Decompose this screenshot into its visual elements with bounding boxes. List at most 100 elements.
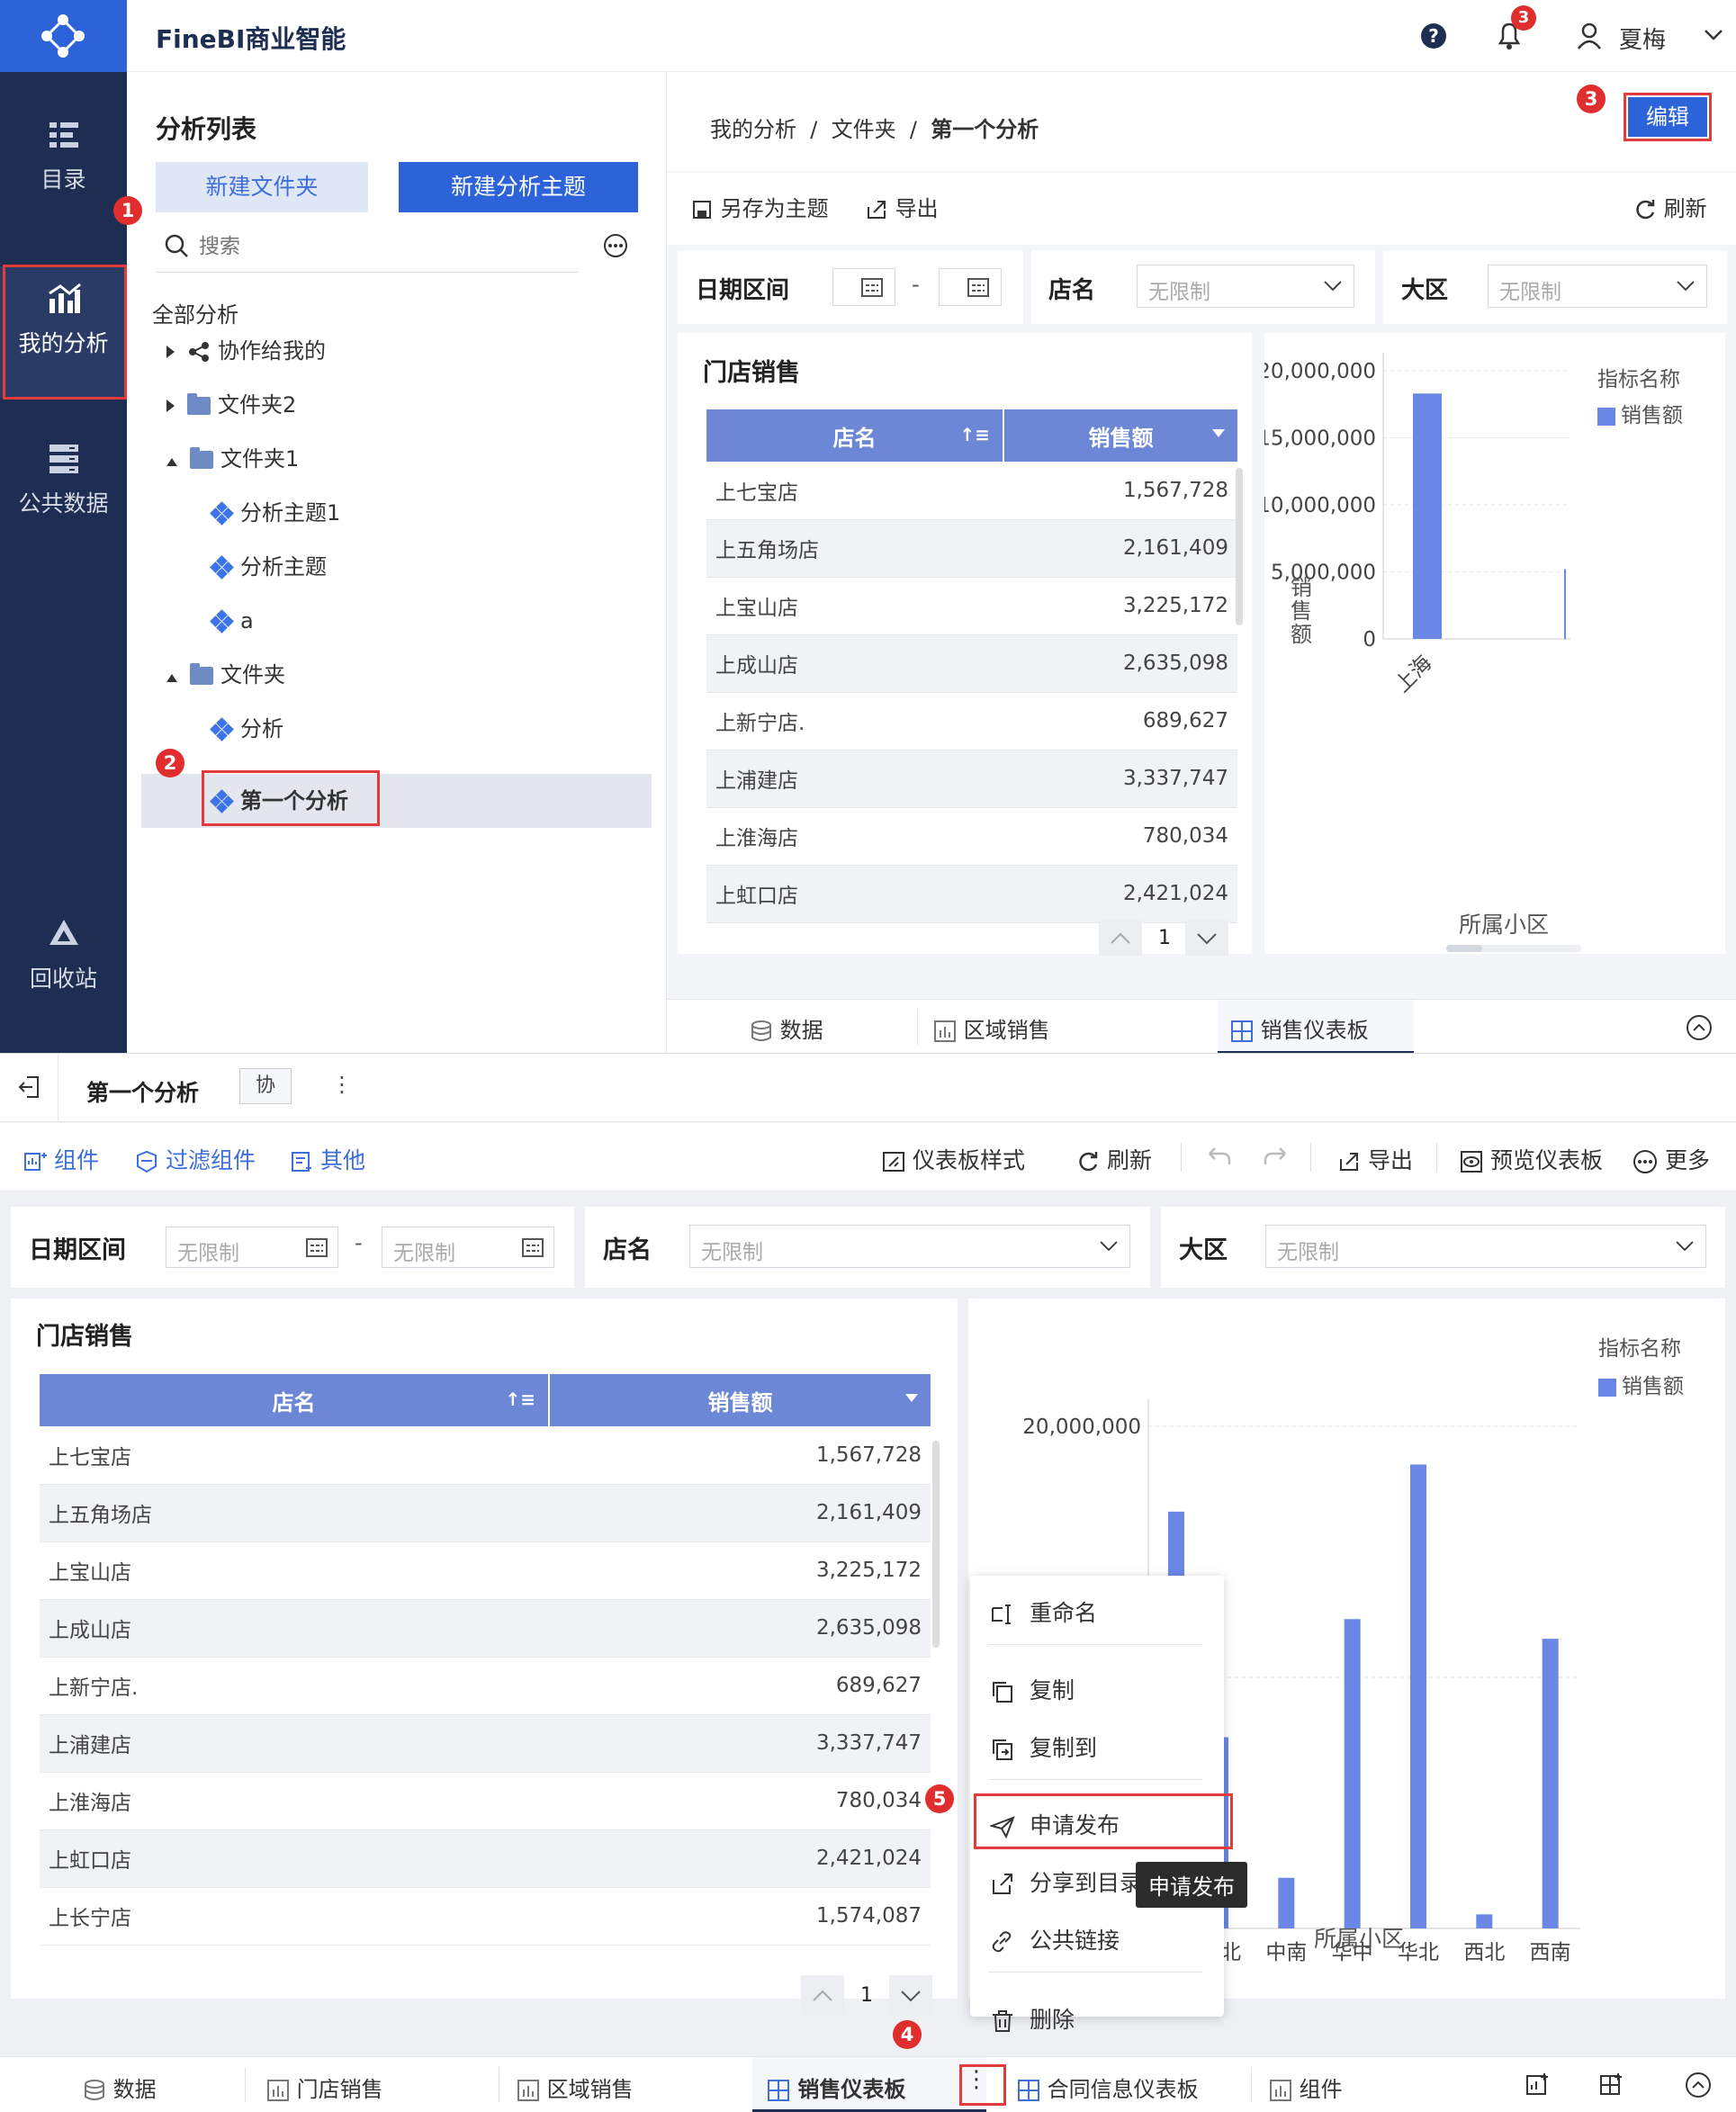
chart-scrollbar[interactable] — [1446, 945, 1581, 952]
tree-item[interactable]: 分析主题1 — [210, 495, 340, 531]
help-icon[interactable]: ? — [1419, 22, 1448, 50]
table-row[interactable]: 上虹口店 2,421,024 — [706, 865, 1237, 923]
table-row[interactable]: 上新宁店. 689,627 — [40, 1657, 931, 1715]
menu-public-link[interactable]: 公共链接 — [970, 1923, 1222, 1955]
tab-store-sales[interactable]: 门店销售 — [266, 2072, 383, 2103]
chevron-down-icon[interactable] — [1704, 29, 1723, 41]
page-down-button[interactable] — [1185, 920, 1228, 956]
legend-item[interactable]: 销售额 — [1597, 398, 1683, 428]
collapse-up-icon[interactable] — [1685, 2072, 1712, 2099]
filter-components-button[interactable]: 过滤组件 — [135, 1143, 256, 1175]
edit-button[interactable]: 编辑 — [1628, 97, 1707, 137]
sidebar-item-recycle[interactable]: 回收站 — [0, 916, 127, 993]
dashboard-style-button[interactable]: 仪表板样式 — [882, 1143, 1025, 1175]
store-select[interactable]: 无限制 — [689, 1225, 1130, 1268]
undo-icon[interactable] — [1206, 1145, 1231, 1168]
tree-item-selected[interactable]: 第一个分析 — [210, 783, 348, 819]
components-button[interactable]: 组件 — [23, 1143, 99, 1175]
dropdown-icon[interactable] — [1212, 429, 1225, 437]
menu-rename[interactable]: 重命名 — [970, 1595, 1222, 1628]
table-row[interactable]: 上成山店 2,635,098 — [40, 1599, 931, 1658]
scrollbar[interactable] — [1236, 468, 1243, 625]
table-row[interactable]: 上七宝店 1,567,728 — [40, 1426, 931, 1485]
tree-item[interactable]: 文件夹1 — [166, 441, 299, 477]
sidebar-item-my-analysis[interactable]: 我的分析 — [0, 266, 127, 398]
tree-item[interactable]: 分析 — [210, 711, 283, 747]
dropdown-icon[interactable] — [905, 1394, 918, 1402]
table-row[interactable]: 上浦建店 3,337,747 — [40, 1714, 931, 1773]
col-header-sales[interactable]: 销售额 — [1003, 409, 1237, 462]
region-select[interactable]: 无限制 — [1488, 265, 1707, 308]
collapse-up-icon[interactable] — [1686, 1014, 1713, 1041]
scrollbar[interactable] — [932, 1441, 940, 1648]
tree-item[interactable]: 分析主题 — [210, 549, 327, 585]
menu-delete[interactable]: 删除 — [970, 2002, 1222, 2035]
page-down-button[interactable] — [889, 1975, 932, 2015]
breadcrumb-item[interactable]: 我的分析 — [710, 117, 796, 142]
page-up-button[interactable] — [1099, 920, 1142, 956]
col-header-store[interactable]: 店名 ↑≡ — [40, 1374, 549, 1426]
refresh-button-editor[interactable]: 刷新 — [1076, 1143, 1152, 1175]
tab-data[interactable]: 数据 — [750, 1012, 823, 1044]
tab-region-sales[interactable]: 区域销售 — [517, 2072, 634, 2103]
more-button[interactable]: 更多 — [1633, 1143, 1710, 1175]
table-row[interactable]: 上新宁店. 689,627 — [706, 692, 1237, 750]
user-name[interactable]: 夏梅 — [1619, 22, 1666, 55]
new-folder-button[interactable]: 新建文件夹 — [156, 162, 368, 212]
new-subject-button[interactable]: 新建分析主题 — [399, 162, 638, 212]
redo-icon[interactable] — [1264, 1145, 1289, 1168]
legend-item[interactable]: 销售额 — [1598, 1369, 1684, 1399]
table-row[interactable]: 上长宁店 1,574,087 — [40, 1887, 931, 1946]
sidebar-item-public-data[interactable]: 公共数据 — [0, 441, 127, 518]
table-row[interactable]: 上宝山店 3,225,172 — [40, 1541, 931, 1600]
menu-copy-to[interactable]: 复制到 — [970, 1730, 1222, 1763]
tab-data[interactable]: 数据 — [83, 2072, 157, 2103]
table-row[interactable]: 上浦建店 3,337,747 — [706, 750, 1237, 808]
more-vertical-icon[interactable]: ⋮ — [331, 1072, 353, 1097]
col-header-sales[interactable]: 销售额 — [548, 1374, 931, 1426]
export-button[interactable]: 导出 — [865, 191, 939, 222]
other-button[interactable]: 其他 — [290, 1143, 365, 1175]
table-row[interactable]: 上宝山店 3,225,172 — [706, 577, 1237, 635]
date-end-input[interactable] — [939, 268, 1002, 306]
table-row[interactable]: 上七宝店 1,567,728 — [706, 462, 1237, 520]
add-dashboard-icon[interactable] — [1598, 2072, 1625, 2099]
sidebar-item-catalog[interactable]: 目录 — [0, 117, 127, 194]
add-component-icon[interactable] — [1525, 2072, 1552, 2099]
breadcrumb-item[interactable]: 文件夹 — [832, 117, 896, 142]
table-row[interactable]: 上成山店 2,635,098 — [706, 634, 1237, 693]
sort-icon[interactable]: ↑≡ — [505, 1389, 535, 1410]
tree-item[interactable]: 文件夹2 — [166, 387, 296, 423]
store-select[interactable]: 无限制 — [1137, 265, 1354, 308]
tab-dashboard[interactable]: 销售仪表板 — [767, 2072, 905, 2103]
tree-item[interactable]: 协作给我的 — [166, 333, 326, 369]
tab-dashboard[interactable]: 销售仪表板 — [1230, 1012, 1369, 1044]
date-end-input[interactable]: 无限制 — [382, 1227, 554, 1268]
exit-icon[interactable] — [16, 1074, 43, 1101]
page-up-button[interactable] — [801, 1975, 844, 2015]
tree-item[interactable]: 文件夹 — [166, 657, 285, 693]
search-input[interactable] — [199, 230, 469, 263]
region-select[interactable]: 无限制 — [1265, 1225, 1706, 1268]
save-as-button[interactable]: 另存为主题 — [690, 191, 829, 222]
col-header-store[interactable]: 店名 ↑≡ — [706, 409, 1003, 462]
tree-item[interactable]: a — [210, 603, 254, 639]
preview-button[interactable]: 预览仪表板 — [1460, 1143, 1603, 1175]
date-start-input[interactable] — [832, 268, 895, 306]
refresh-button[interactable]: 刷新 — [1633, 191, 1707, 222]
tab-contract-dashboard[interactable]: 合同信息仪表板 — [1017, 2072, 1199, 2103]
table-row[interactable]: 上五角场店 2,161,409 — [706, 519, 1237, 578]
table-row[interactable]: 上淮海店 780,034 — [706, 807, 1237, 866]
menu-request-publish[interactable]: 申请发布 — [970, 1808, 1222, 1840]
table-row[interactable]: 上五角场店 2,161,409 — [40, 1484, 931, 1542]
export-button-editor[interactable]: 导出 — [1337, 1143, 1413, 1175]
date-start-input[interactable]: 无限制 — [166, 1227, 338, 1268]
sort-icon[interactable]: ↑≡ — [959, 424, 990, 445]
table-row[interactable]: 上淮海店 780,034 — [40, 1772, 931, 1830]
tab-more-vertical-icon[interactable]: ⋮ — [965, 2066, 988, 2093]
more-icon[interactable] — [602, 232, 629, 259]
menu-copy[interactable]: 复制 — [970, 1673, 1222, 1705]
tab-component[interactable]: 组件 — [1269, 2072, 1343, 2103]
tab-region-sales[interactable]: 区域销售 — [933, 1012, 1050, 1044]
table-row[interactable]: 上虹口店 2,421,024 — [40, 1829, 931, 1888]
